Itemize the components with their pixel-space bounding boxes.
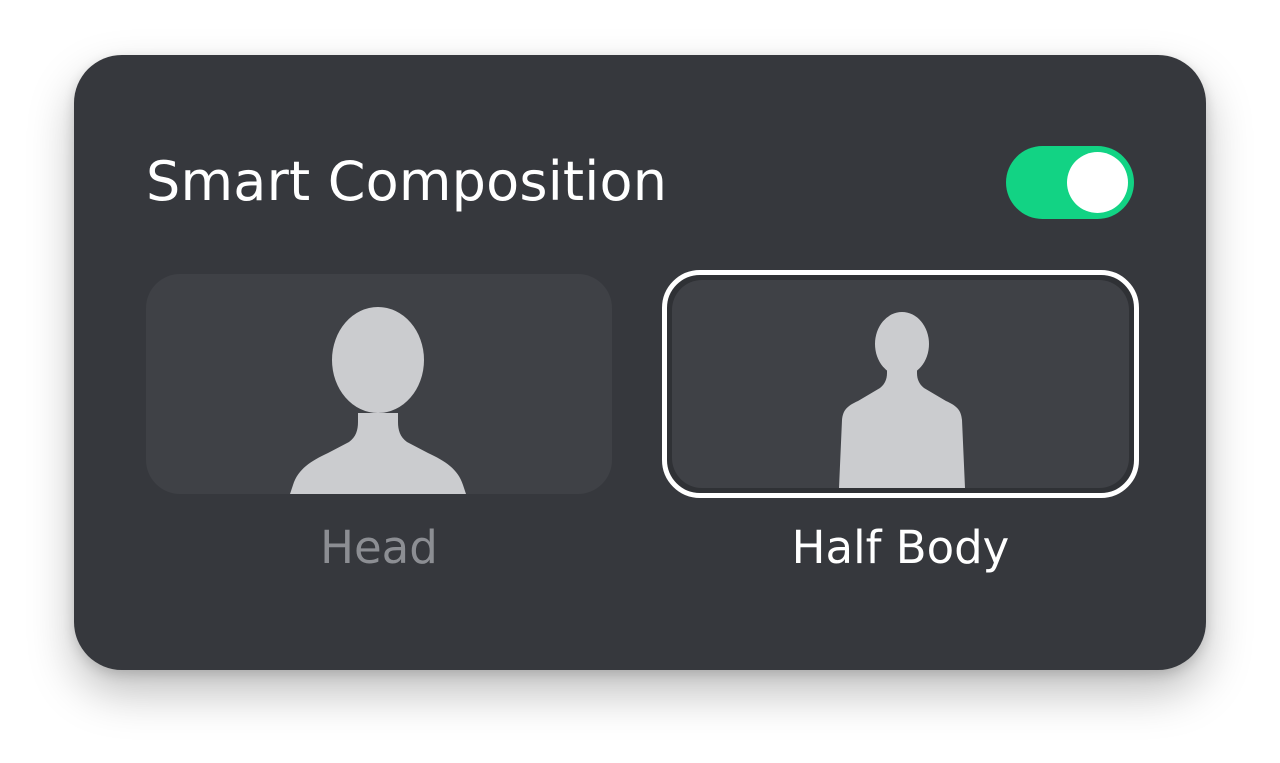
option-head-label: Head bbox=[320, 521, 438, 574]
option-head[interactable] bbox=[146, 274, 612, 494]
smart-composition-toggle[interactable] bbox=[1006, 146, 1134, 219]
option-half-body-tile bbox=[672, 280, 1129, 488]
toggle-knob bbox=[1067, 152, 1128, 213]
head-silhouette-icon bbox=[290, 307, 466, 494]
panel-title: Smart Composition bbox=[146, 150, 668, 213]
half-body-silhouette-icon bbox=[839, 312, 965, 488]
smart-composition-panel: Smart Composition Head Half Body bbox=[74, 55, 1206, 670]
option-half-body-label: Half Body bbox=[791, 521, 1010, 574]
option-half-body[interactable] bbox=[662, 270, 1139, 498]
